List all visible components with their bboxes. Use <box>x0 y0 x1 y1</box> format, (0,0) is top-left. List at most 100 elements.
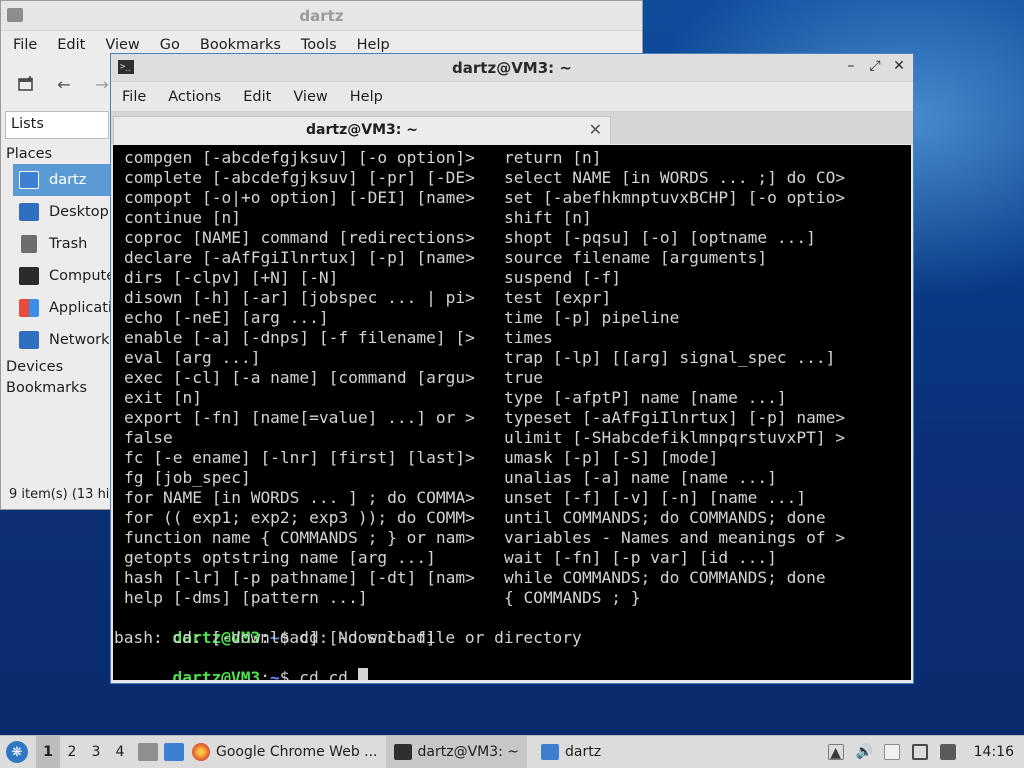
devices-header[interactable]: Devices <box>1 356 113 377</box>
computer-icon <box>19 267 39 285</box>
places-header: Places <box>6 146 53 162</box>
help-entry-left: compopt [-o|+o option] [-DEI] [name> <box>124 188 475 207</box>
folder-launcher-icon[interactable] <box>164 743 184 761</box>
task-file-manager[interactable]: dartz <box>527 736 609 768</box>
terminal-output[interactable]: compgen [-abcdefgjksuv] [-o option]> retu… <box>113 145 911 680</box>
place-network[interactable]: Network <box>1 324 113 356</box>
taskbar: ❋ 1 2 3 4 Google Chrome Web ... dartz@VM… <box>0 735 1024 768</box>
terminal-tab[interactable]: dartz@VM3: ~ ✕ <box>113 116 611 144</box>
workspace-1[interactable]: 1 <box>36 735 60 768</box>
task-label: dartz@VM3: ~ <box>417 744 520 760</box>
close-icon[interactable]: ✕ <box>893 58 905 74</box>
fm-menu-help[interactable]: Help <box>357 37 390 53</box>
terminal-tab-bar: dartz@VM3: ~ ✕ <box>111 112 913 144</box>
folder-icon <box>541 744 560 760</box>
error-line: bash: cd: [-download]: No such file or d… <box>114 628 582 647</box>
help-entry-right: umask [-p] [-S] [mode] <box>504 448 719 467</box>
bookmarks-header[interactable]: Bookmarks <box>1 377 113 398</box>
fm-side-pane: Lists Places dartz Desktop Trash Compute… <box>1 111 113 509</box>
workspace-3[interactable]: 3 <box>84 736 108 768</box>
help-entry-right: unalias [-a] name [name ...] <box>504 468 777 487</box>
term-menu-help[interactable]: Help <box>350 89 383 105</box>
help-entry-left: echo [-neE] [arg ...] <box>124 308 329 327</box>
terminal-window: >_ dartz@VM3: ~ – ⤢ ✕ File Actions Edit … <box>110 53 914 684</box>
place-label: Trash <box>49 236 88 252</box>
start-menu-icon[interactable]: ❋ <box>6 741 28 763</box>
terminal-menubar: File Actions Edit View Help <box>111 82 913 112</box>
place-home[interactable]: dartz <box>13 164 113 196</box>
place-label: dartz <box>49 172 87 188</box>
prompt-symbol: $ <box>279 668 300 680</box>
task-chrome[interactable]: Google Chrome Web ... <box>184 736 386 768</box>
workspace-2[interactable]: 2 <box>60 736 84 768</box>
help-entry-right: while COMMANDS; do COMMANDS; done <box>504 568 826 587</box>
fm-titlebar[interactable]: dartz <box>1 1 642 31</box>
help-entry-right: unset [-f] [-v] [-n] [name ...] <box>504 488 807 507</box>
term-menu-file[interactable]: File <box>122 89 146 105</box>
place-label: Computer <box>49 268 113 284</box>
help-entry-left: function name { COMMANDS ; } or nam> <box>124 528 475 547</box>
clock[interactable]: 14:16 <box>974 744 1014 760</box>
network-icon <box>19 331 39 349</box>
term-menu-actions[interactable]: Actions <box>168 89 221 105</box>
terminal-icon <box>393 744 412 760</box>
help-entry-right: typeset [-aAfFgiIlnrtux] [-p] name> <box>504 408 846 427</box>
clipboard-icon[interactable] <box>883 744 900 760</box>
help-entry-left: fc [-e ename] [-lnr] [first] [last]> <box>124 448 475 467</box>
fm-menu-file[interactable]: File <box>13 37 37 53</box>
place-label: Desktop <box>49 204 109 220</box>
help-entry-left: compgen [-abcdefgjksuv] [-o option]> <box>124 148 475 167</box>
help-entry-right: select NAME [in WORDS ... ;] do CO> <box>504 168 846 187</box>
minimize-icon[interactable]: – <box>845 58 857 74</box>
home-folder-icon <box>19 171 39 189</box>
help-entry-right: ulimit [-SHabcdefiklmnpqrstuvxPT] > <box>504 428 846 447</box>
back-arrow-icon[interactable]: ← <box>55 75 73 94</box>
text-cursor <box>357 668 368 680</box>
fm-menu-view[interactable]: View <box>105 37 139 53</box>
help-entry-left: exec [-cl] [-a name] [command [argu> <box>124 368 475 387</box>
maximize-icon[interactable]: ⤢ <box>869 58 881 74</box>
applications-icon <box>19 299 39 317</box>
tab-close-icon[interactable]: ✕ <box>589 120 602 139</box>
volume-icon[interactable]: 🔊 <box>856 744 873 760</box>
fm-menu-edit[interactable]: Edit <box>57 37 85 53</box>
place-trash[interactable]: Trash <box>1 228 113 260</box>
help-entry-left: dirs [-clpv] [+N] [-N] <box>124 268 339 287</box>
task-terminal[interactable]: dartz@VM3: ~ <box>385 735 528 768</box>
terminal-titlebar[interactable]: >_ dartz@VM3: ~ – ⤢ ✕ <box>111 54 913 82</box>
fm-window-title: dartz <box>299 7 344 25</box>
fm-menu-bookmarks[interactable]: Bookmarks <box>200 37 281 53</box>
term-menu-edit[interactable]: Edit <box>243 89 271 105</box>
task-label: Google Chrome Web ... <box>216 744 378 760</box>
network-status-icon[interactable] <box>939 744 956 760</box>
help-entry-right: source filename [arguments] <box>504 248 768 267</box>
terminal-tab-label: dartz@VM3: ~ <box>306 122 418 138</box>
place-applications[interactable]: Applications <box>1 292 113 324</box>
help-entry-left: hash [-lr] [-p pathname] [-dt] [nam> <box>124 568 475 587</box>
help-entry-left: disown [-h] [-ar] [jobspec ... | pi> <box>124 288 475 307</box>
help-entry-left: declare [-aAfFgiIlnrtux] [-p] [name> <box>124 248 475 267</box>
updates-icon[interactable]: ▲ <box>827 744 844 761</box>
file-manager-launcher-icon[interactable] <box>138 743 158 761</box>
help-entry-right: test [expr] <box>504 288 612 307</box>
help-entry-right: shopt [-pqsu] [-o] [optname ...] <box>504 228 816 247</box>
place-desktop[interactable]: Desktop <box>1 196 113 228</box>
forward-arrow-icon[interactable]: → <box>93 75 111 94</box>
term-menu-view[interactable]: View <box>293 89 327 105</box>
help-entry-left: for NAME [in WORDS ... ] ; do COMMA> <box>124 488 475 507</box>
workspace-4[interactable]: 4 <box>108 736 132 768</box>
fm-menu-tools[interactable]: Tools <box>301 37 337 53</box>
fm-menu-go[interactable]: Go <box>160 37 180 53</box>
help-entry-right: wait [-fn] [-p var] [id ...] <box>504 548 777 567</box>
monitor-icon[interactable] <box>911 744 928 760</box>
command-input[interactable]: cd cd <box>299 668 357 680</box>
help-entry-left: export [-fn] [name[=value] ...] or > <box>124 408 475 427</box>
new-tab-icon[interactable] <box>17 75 35 93</box>
help-entry-left: continue [n] <box>124 208 241 227</box>
place-computer[interactable]: Computer <box>1 260 113 292</box>
help-entry-left: eval [arg ...] <box>124 348 261 367</box>
prompt-line-2: dartz@VM3:~$ cd cd <box>114 648 368 680</box>
side-pane-mode-select[interactable]: Lists <box>5 111 109 139</box>
help-entry-right: variables - Names and meanings of > <box>504 528 846 547</box>
help-entry-right: time [-p] pipeline <box>504 308 680 327</box>
